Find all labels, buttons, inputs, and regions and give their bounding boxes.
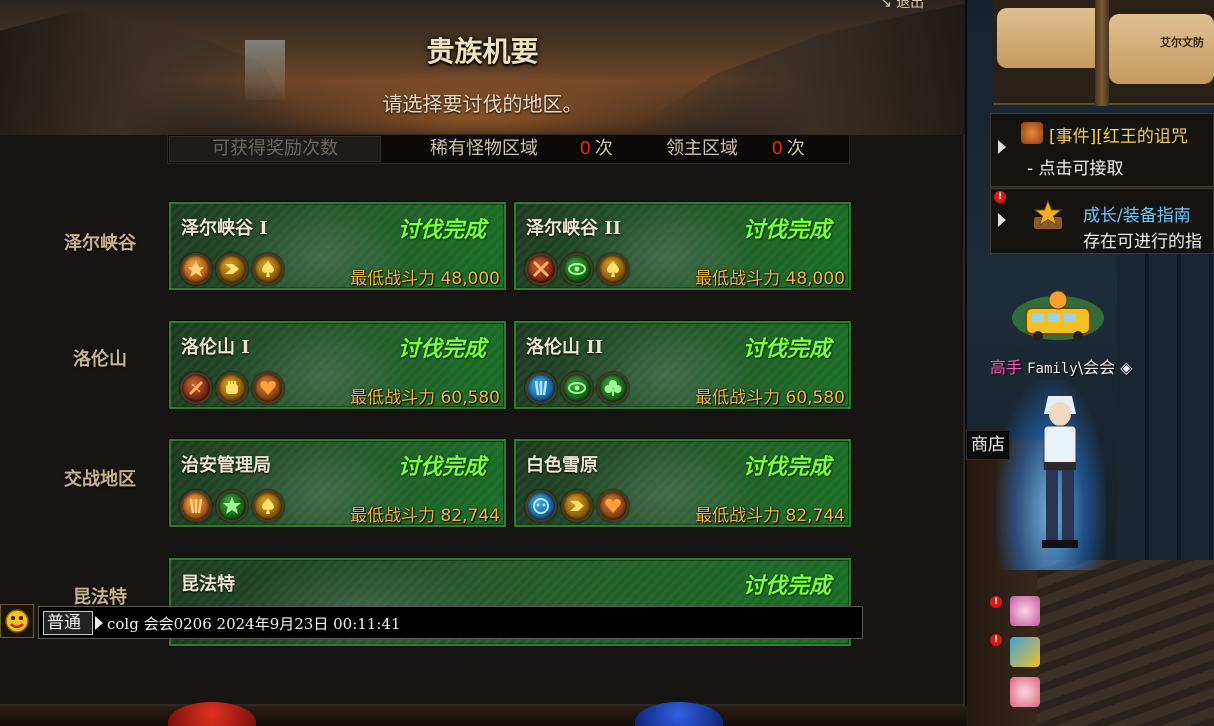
minimap[interactable] xyxy=(993,0,1214,106)
channel-arrow-icon[interactable] xyxy=(95,616,103,630)
reward-count-label: 可获得奖励次数 xyxy=(169,136,381,162)
rare-count-value: 0 xyxy=(579,138,591,159)
tiger-bus-pet-icon xyxy=(1012,290,1104,341)
clear-status: 讨伐完成 xyxy=(397,454,486,480)
player-guild-tag: 高手 xyxy=(990,358,1023,377)
lord-count-unit: 次 xyxy=(786,138,805,159)
expand-arrow-icon[interactable] xyxy=(998,213,1006,227)
orange-claw-icon xyxy=(180,490,212,522)
shop-sign[interactable]: 商店 xyxy=(966,430,1010,460)
min-power: 最低战斗力 60,580 xyxy=(695,388,845,408)
alert-icon: ! xyxy=(990,634,1002,646)
gold-spade-icon xyxy=(252,490,284,522)
quest-event-tracker[interactable]: [事件][红王的诅咒 - 点击可接取 xyxy=(990,113,1214,187)
min-power: 最低战斗力 82,744 xyxy=(695,506,845,526)
alert-icon: ! xyxy=(990,596,1002,608)
lord-area-count: 领主区域 0次 xyxy=(666,135,805,163)
star-book-icon xyxy=(1033,199,1063,229)
dungeon-card-zeal-canyon-1[interactable]: 泽尔峡谷 I 讨伐完成 最低战斗力 48,000 xyxy=(169,202,506,290)
minimap-town-label: 艾尔文防 xyxy=(1160,36,1204,49)
min-power: 最低战斗力 48,000 xyxy=(695,269,845,289)
green-star-icon xyxy=(216,490,248,522)
blue-mask-icon xyxy=(525,490,557,522)
dungeon-card-lorien-1[interactable]: 洛伦山 I 讨伐完成 最低战斗力 60,580 xyxy=(169,321,506,409)
red-slash-icon xyxy=(180,372,212,404)
min-power: 最低战斗力 82,744 xyxy=(350,506,500,526)
region-label-lorien-mountain: 洛伦山 xyxy=(73,349,127,370)
gold-spade-icon xyxy=(597,253,629,285)
alert-icon: ! xyxy=(994,191,1006,203)
dungeon-name: 白色雪原 xyxy=(526,455,598,476)
orange-heart-icon xyxy=(252,372,284,404)
guide-title: 成长/装备指南 xyxy=(1083,206,1191,226)
exit-button[interactable]: ↘ 退出 xyxy=(880,0,924,12)
event-quest-title: [事件][红王的诅咒 xyxy=(1049,127,1188,147)
dungeon-card-security-bureau[interactable]: 治安管理局 讨伐完成 最低战斗力 82,744 xyxy=(169,439,506,527)
dungeon-card-zeal-canyon-2[interactable]: 泽尔峡谷 II 讨伐完成 最低战斗力 48,000 xyxy=(514,202,851,290)
rare-count-unit: 次 xyxy=(594,138,613,159)
avatar-girl-icon[interactable] xyxy=(1010,596,1040,626)
dungeon-name: 洛伦山 I xyxy=(181,337,250,358)
dungeon-select-dialog: ↘ 退出 贵族机要 请选择要讨伐的地区。 可获得奖励次数 稀有怪物区域 0次 领… xyxy=(0,0,965,706)
player-nameplate[interactable]: 高手 Family\会会 ◈ xyxy=(990,354,1133,378)
min-power: 最低战斗力 48,000 xyxy=(350,269,500,289)
clear-status: 讨伐完成 xyxy=(397,336,486,362)
orange-heart-icon xyxy=(597,490,629,522)
reward-count-bar: 可获得奖励次数 稀有怪物区域 0次 领主区域 0次 xyxy=(167,134,850,164)
gold-fist-icon xyxy=(216,372,248,404)
guide-status: 存在可进行的指 xyxy=(1083,232,1202,252)
event-quest-status: - 点击可接取 xyxy=(1027,159,1124,179)
dungeon-name: 泽尔峡谷 II xyxy=(526,218,622,239)
clear-status: 讨伐完成 xyxy=(742,454,831,480)
dialog-title: 贵族机要 xyxy=(426,35,539,68)
rare-monster-count: 稀有怪物区域 0次 xyxy=(430,135,613,163)
diamond-icon: ◈ xyxy=(1120,358,1133,377)
green-eye-icon xyxy=(561,372,593,404)
region-label-zeal-canyon: 泽尔峡谷 xyxy=(64,233,136,254)
player-character[interactable] xyxy=(1030,384,1090,556)
expand-arrow-icon[interactable] xyxy=(998,140,1006,154)
gold-spade-icon xyxy=(252,253,284,285)
lord-area-label: 领主区域 xyxy=(666,138,738,159)
clear-status: 讨伐完成 xyxy=(742,217,831,243)
dungeon-card-white-snowfield[interactable]: 白色雪原 讨伐完成 最低战斗力 82,744 xyxy=(514,439,851,527)
chat-bar[interactable]: 普通 colg 会会0206 2024年9月23日 00:11:41 xyxy=(38,606,863,639)
event-quest-icon xyxy=(1021,122,1043,144)
growth-guide-tracker[interactable]: ! 成长/装备指南 存在可进行的指 xyxy=(990,188,1214,254)
gold-arrow-icon xyxy=(216,253,248,285)
avatar-pink-icon[interactable] xyxy=(1010,677,1040,707)
dungeon-name: 治安管理局 xyxy=(181,455,271,476)
rare-area-label: 稀有怪物区域 xyxy=(430,138,538,159)
min-power: 最低战斗力 60,580 xyxy=(350,388,500,408)
lord-count-value: 0 xyxy=(771,138,783,159)
dungeon-card-lorien-2[interactable]: 洛伦山 II 讨伐完成 最低战斗力 60,580 xyxy=(514,321,851,409)
dungeon-name: 泽尔峡谷 I xyxy=(181,218,268,239)
gold-arrow-icon xyxy=(561,490,593,522)
player-name: \会会 xyxy=(1077,358,1116,377)
clear-status: 讨伐完成 xyxy=(397,217,486,243)
phone-icon[interactable] xyxy=(1010,637,1040,667)
orange-crest-icon xyxy=(180,253,212,285)
smiley-icon xyxy=(5,609,29,633)
player-family: Family xyxy=(1027,361,1078,377)
emoji-button[interactable] xyxy=(0,604,34,638)
dungeon-name: 洛伦山 II xyxy=(526,337,604,358)
chat-message: colg 会会0206 2024年9月23日 00:11:41 xyxy=(107,615,401,633)
clear-status: 讨伐完成 xyxy=(742,336,831,362)
dungeon-name: 昆法特 xyxy=(181,574,235,595)
chat-channel-select[interactable]: 普通 xyxy=(43,611,93,635)
green-club-icon xyxy=(597,372,629,404)
dialog-subtitle: 请选择要讨伐的地区。 xyxy=(382,92,583,116)
clear-status: 讨伐完成 xyxy=(742,573,831,599)
blue-claw-icon xyxy=(525,372,557,404)
green-eye-icon xyxy=(561,253,593,285)
crossed-swords-icon xyxy=(525,253,557,285)
region-label-battle-zone: 交战地区 xyxy=(64,469,136,490)
